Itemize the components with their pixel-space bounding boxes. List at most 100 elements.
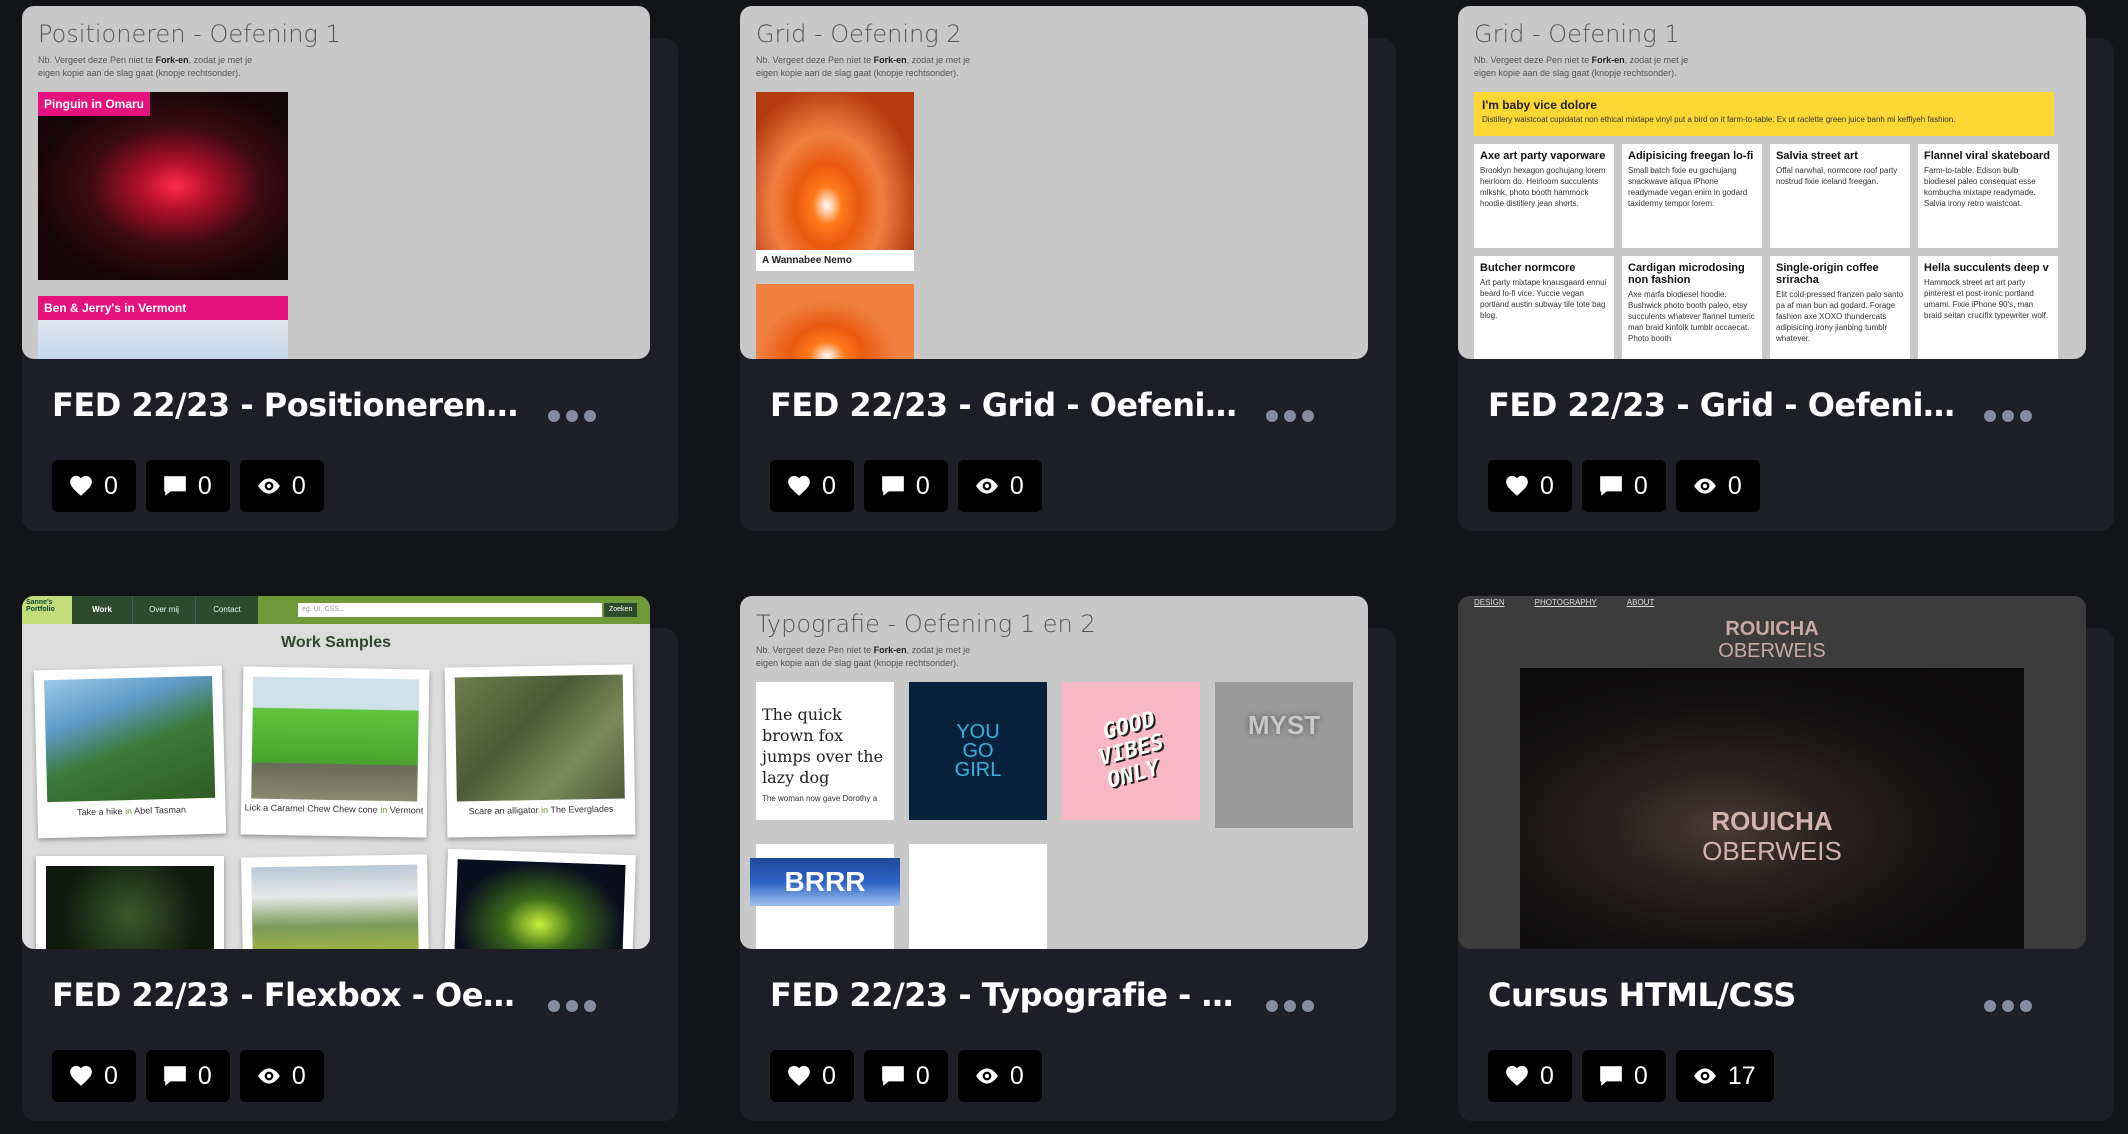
like-count: 0 (822, 1061, 836, 1090)
comment-icon (1600, 1066, 1622, 1086)
grid-cell: Adipisicing freegan lo-fi Small batch fix… (1622, 144, 1762, 248)
photo-caption: Scare an alligator in The Everglades (468, 803, 614, 817)
portrait-photo: ROUICHA OBERWEIS (1520, 668, 2024, 949)
like-button[interactable]: 0 (770, 1050, 854, 1102)
polaroid: Scare an alligator in The Everglades (444, 664, 636, 838)
banner-title: I'm baby vice dolore (1482, 98, 1597, 112)
view-count: 0 (1009, 471, 1024, 500)
search-button[interactable]: Zoeken (604, 603, 638, 617)
preview-heading: Typografie - Oefening 1 en 2 (756, 610, 1096, 638)
comment-icon (882, 1066, 904, 1086)
views-indicator[interactable]: 0 (957, 1050, 1042, 1102)
view-count: 0 (291, 1061, 306, 1090)
pen-preview[interactable]: Typografie - Oefening 1 en 2 Nb. Vergeet… (740, 596, 1368, 949)
grid-cells: Axe art party vaporware Brooklyn hexagon … (1474, 144, 2058, 359)
pen-card: Sanne's Portfolio Work Over mij Contact … (22, 596, 678, 1121)
like-button[interactable]: 0 (770, 460, 854, 512)
house-photo (251, 864, 419, 949)
views-indicator[interactable]: 17 (1675, 1050, 1774, 1102)
nav-item-work[interactable]: Work (72, 596, 132, 624)
views-indicator[interactable]: 0 (1675, 460, 1760, 512)
like-button[interactable]: 0 (1488, 460, 1572, 512)
comment-button[interactable]: 0 (863, 460, 948, 512)
typo-tile-good-vibes: GOOD VIBES ONLY (1062, 682, 1200, 820)
comment-button[interactable]: 0 (1581, 460, 1666, 512)
coast-photo (44, 675, 216, 803)
pen-title[interactable]: Cursus HTML/CSS (1488, 976, 1958, 1014)
views-indicator[interactable]: 0 (239, 460, 324, 512)
eye-icon (1693, 478, 1716, 494)
more-options-icon[interactable] (1984, 1000, 2032, 1012)
polaroid (36, 856, 224, 949)
comment-icon (1600, 476, 1622, 496)
pen-title[interactable]: FED 22/23 - Flexbox - Oefening (52, 976, 522, 1014)
view-count: 17 (1727, 1061, 1756, 1090)
comment-button[interactable]: 0 (145, 1050, 230, 1102)
pen-card: Typografie - Oefening 1 en 2 Nb. Vergeet… (740, 596, 1396, 1121)
comment-count: 0 (915, 471, 930, 500)
photo-caption: Take a hike in Abel Tasman (76, 804, 187, 818)
nav-item-contact[interactable]: Contact (195, 596, 258, 624)
pen-title[interactable]: FED 22/23 - Typografie - Oefening 1 en 2 (770, 976, 1240, 1014)
more-options-icon[interactable] (1266, 1000, 1314, 1012)
more-options-icon[interactable] (1984, 410, 2032, 422)
search-input[interactable]: eg. UI, CSS... (298, 603, 602, 617)
more-options-icon[interactable] (548, 1000, 596, 1012)
more-options-icon[interactable] (548, 410, 596, 422)
like-count: 0 (822, 471, 836, 500)
pen-preview[interactable]: Sanne's Portfolio Work Over mij Contact … (22, 596, 650, 949)
heart-icon (788, 1065, 810, 1086)
heart-icon (1506, 1065, 1528, 1086)
penguin-photo (38, 92, 288, 280)
portfolio-logo: Sanne's Portfolio (22, 596, 72, 624)
heart-icon (70, 475, 92, 496)
polaroid: Take a hike in Abel Tasman (33, 665, 227, 839)
preview-note: Nb. Vergeet deze Pen niet te Fork-en, zo… (756, 55, 971, 78)
comment-button[interactable]: 0 (863, 1050, 948, 1102)
photo-caption: A Wannabee Nemo (756, 250, 914, 271)
typo-tile-myst: MYST (1215, 682, 1353, 828)
pen-card: Grid - Oefening 1 Nb. Vergeet deze Pen n… (1458, 6, 2114, 531)
pen-title[interactable]: FED 22/23 - Positioneren - Oefening 1 (52, 386, 522, 424)
comment-button[interactable]: 0 (145, 460, 230, 512)
views-indicator[interactable]: 0 (957, 460, 1042, 512)
site-nav: DESIGN PHOTOGRAPHY ABOUT (1474, 598, 1655, 607)
heart-icon (70, 1065, 92, 1086)
portrait-title: ROUICHA OBERWEIS (1702, 806, 1842, 866)
pen-preview[interactable]: Grid - Oefening 1 Nb. Vergeet deze Pen n… (1458, 6, 2086, 359)
comment-count: 0 (197, 1061, 212, 1090)
comment-button[interactable]: 0 (1581, 1050, 1666, 1102)
like-button[interactable]: 0 (52, 460, 136, 512)
pen-preview[interactable]: Grid - Oefening 2 Nb. Vergeet deze Pen n… (740, 6, 1368, 359)
polaroid (241, 854, 429, 949)
pen-preview[interactable]: DESIGN PHOTOGRAPHY ABOUT ROUICHA OBERWEI… (1458, 596, 2086, 949)
typo-tile-brrr: BRRR (750, 844, 900, 949)
green-bus-photo (251, 676, 420, 802)
eye-icon (257, 478, 280, 494)
eye-icon (1693, 1068, 1716, 1084)
typo-tile-you-go-girl: YOU GO GIRL (909, 682, 1047, 820)
grid-cell: Butcher normcore Art party mixtape knausg… (1474, 256, 1614, 359)
eye-icon (257, 1068, 280, 1084)
like-button[interactable]: 0 (52, 1050, 136, 1102)
more-options-icon[interactable] (1266, 410, 1314, 422)
grid-cell: Flannel viral skateboard Farm-to-table. E… (1918, 144, 2058, 248)
pen-title[interactable]: FED 22/23 - Grid - Oefening 2 (770, 386, 1240, 424)
pen-title[interactable]: FED 22/23 - Grid - Oefening 1 (1488, 386, 1958, 424)
pen-preview[interactable]: Positioneren - Oefening 1 Nb. Vergeet de… (22, 6, 650, 359)
pen-stats: 0 0 0 (52, 460, 324, 512)
views-indicator[interactable]: 0 (239, 1050, 324, 1102)
view-count: 0 (1727, 471, 1742, 500)
like-button[interactable]: 0 (1488, 1050, 1572, 1102)
photo-caption: Pinguin in Omaru (38, 92, 151, 116)
portfolio-nav: Sanne's Portfolio Work Over mij Contact … (22, 596, 650, 624)
grid-cell: Salvia street art Offal narwhal, normcore… (1770, 144, 1910, 248)
preview-heading: Grid - Oefening 2 (756, 20, 962, 48)
pen-stats: 0 0 0 (52, 1050, 324, 1102)
nav-item-over-mij[interactable]: Over mij (132, 596, 195, 624)
pen-card: DESIGN PHOTOGRAPHY ABOUT ROUICHA OBERWEI… (1458, 596, 2114, 1121)
preview-note: Nb. Vergeet deze Pen niet te Fork-en, zo… (756, 645, 971, 668)
sparkle-photo (46, 866, 214, 949)
view-count: 0 (291, 471, 306, 500)
alligator-photo (454, 674, 625, 802)
